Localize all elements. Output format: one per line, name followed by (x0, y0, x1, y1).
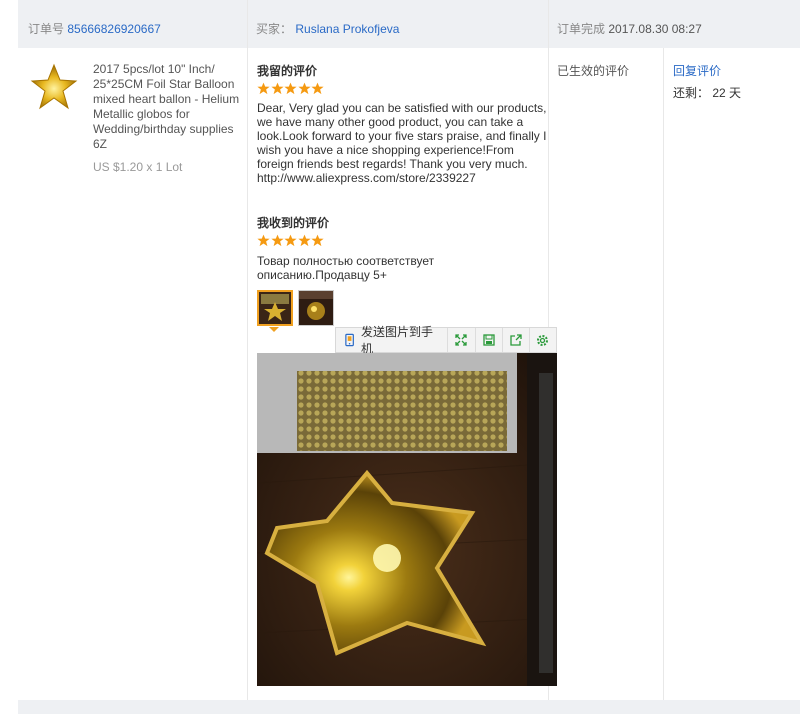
settings-icon (537, 334, 549, 346)
review-photo-2 (299, 291, 333, 325)
image-toolbar: 发送图片到手机 (335, 325, 557, 356)
star-icon (284, 234, 297, 247)
complete-cell: 订单完成 2017.08.30 08:27 (557, 20, 702, 37)
my-review-stars (257, 82, 325, 95)
star-icon (311, 234, 324, 247)
remaining-label: 还剩： (673, 86, 710, 100)
order-number-link[interactable]: 85666826920667 (67, 22, 160, 36)
share-icon (510, 334, 522, 346)
column-divider (663, 48, 664, 700)
product-title[interactable]: 2017 5pcs/lot 10" Inch/ 25*25CM Foil Sta… (93, 62, 243, 152)
fullscreen-icon (455, 334, 468, 346)
review-photo-thumb-1[interactable] (257, 290, 293, 326)
product-price: US $1.20 x 1 Lot (93, 160, 183, 174)
fullscreen-button[interactable] (448, 328, 476, 352)
order-number-label: 订单号 (28, 22, 65, 36)
star-icon (284, 82, 297, 95)
settings-button[interactable] (530, 328, 556, 352)
review-photo-1 (259, 292, 291, 324)
gold-star-balloon-icon (30, 63, 78, 110)
star-balloon-photo (257, 353, 557, 686)
complete-label: 订单完成 (557, 22, 606, 36)
received-review-stars (257, 234, 325, 247)
order-header: 订单号 85666826920667 买家： Ruslana Prokofjev… (18, 0, 800, 49)
buyer-label: 买家： (256, 22, 293, 36)
my-review-body: Dear, Very glad you can be satisfied wit… (257, 101, 547, 171)
share-button[interactable] (503, 328, 530, 352)
remaining-days: 22 天 (712, 86, 742, 100)
product-thumbnail[interactable] (30, 63, 78, 111)
buyer-cell: 买家： Ruslana Prokofjeva (256, 20, 399, 37)
my-review-text: Dear, Very glad you can be satisfied wit… (257, 101, 547, 185)
star-icon (270, 82, 284, 95)
selected-photo-caret (269, 327, 279, 332)
phone-send-icon (345, 333, 354, 347)
column-divider (247, 0, 248, 700)
star-icon (257, 82, 270, 95)
order-number-cell: 订单号 85666826920667 (28, 20, 161, 37)
review-photo-large[interactable] (257, 353, 557, 686)
save-image-button[interactable] (476, 328, 503, 352)
star-icon (297, 82, 311, 95)
star-icon (297, 234, 311, 247)
star-icon (270, 234, 284, 247)
buyer-name-link[interactable]: Ruslana Prokofjeva (295, 22, 399, 36)
my-review-title: 我留的评价 (257, 64, 318, 78)
star-icon (257, 234, 270, 247)
review-photo-thumb-2[interactable] (298, 290, 334, 326)
next-row-header (18, 700, 800, 714)
review-status: 已生效的评价 (557, 64, 630, 78)
send-to-phone-button[interactable]: 发送图片到手机 (336, 325, 449, 356)
store-url: http://www.aliexpress.com/store/2339227 (257, 171, 476, 185)
remaining-time: 还剩： 22 天 (673, 84, 741, 101)
received-review-title: 我收到的评价 (257, 216, 330, 230)
save-icon (482, 334, 495, 346)
star-icon (311, 82, 324, 95)
received-review-text: Товар полностью соответствует описанию.П… (257, 254, 435, 282)
reply-review-link[interactable]: 回复评价 (673, 62, 721, 79)
send-to-phone-label: 发送图片到手机 (361, 325, 434, 356)
complete-time: 2017.08.30 08:27 (608, 22, 702, 36)
